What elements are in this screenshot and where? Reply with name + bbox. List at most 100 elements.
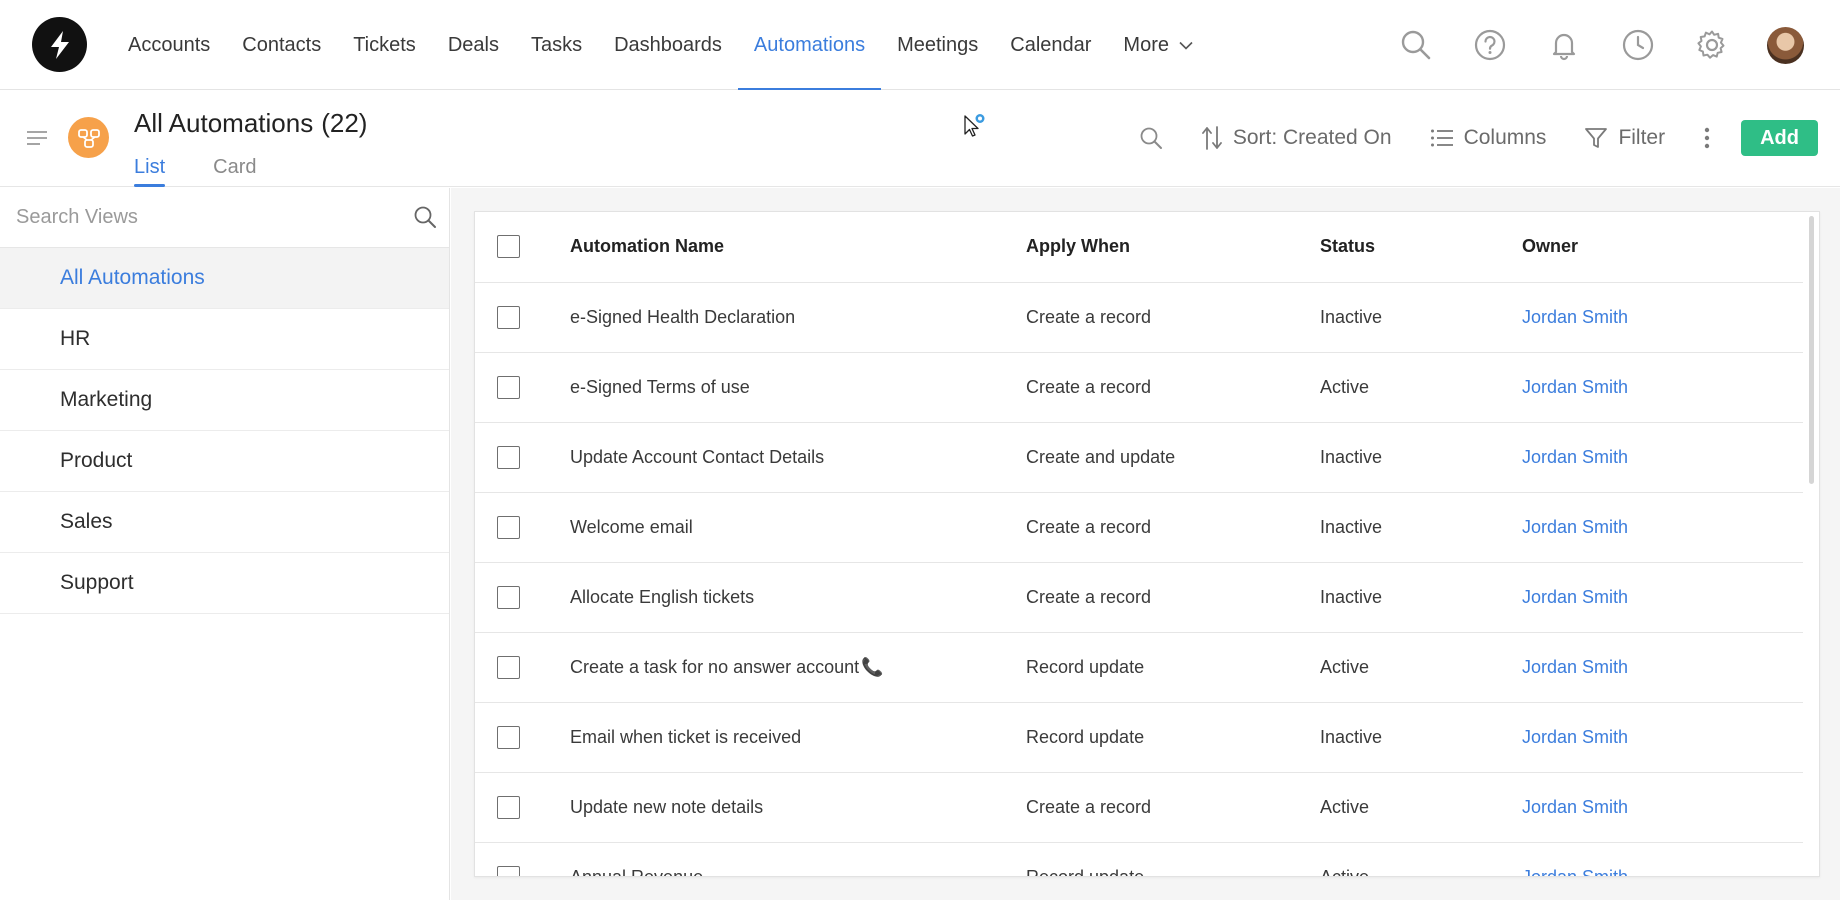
tab-card[interactable]: Card	[213, 156, 256, 185]
table-row[interactable]: Update Account Contact Details Create and…	[475, 422, 1805, 493]
nav-item-tasks[interactable]: Tasks	[515, 0, 598, 90]
chevron-down-icon	[1179, 41, 1193, 50]
row-checkbox[interactable]	[497, 375, 520, 399]
row-checkbox[interactable]	[497, 795, 520, 819]
table-row[interactable]: Annual Revenue Record update Active Jordan …	[475, 842, 1805, 877]
table-row[interactable]: e-Signed Terms of use Create a record Acti…	[475, 352, 1805, 423]
cell-owner: Jordan Smith	[1522, 772, 1805, 843]
sidebar-view-product[interactable]: Product	[0, 431, 449, 492]
select-all-checkbox[interactable]	[497, 235, 520, 259]
nav-item-automations[interactable]: Automations	[737, 0, 882, 91]
automation-name[interactable]: Annual Revenue	[570, 867, 703, 877]
tab-list[interactable]: List	[134, 156, 166, 187]
columns-label: Columns	[1463, 126, 1547, 149]
cell-automation-name: Create a task for no answer account 📞	[570, 632, 1026, 703]
search-icon[interactable]	[413, 205, 437, 234]
column-header-apply-when[interactable]: Apply When	[1026, 212, 1320, 283]
nav-item-calendar[interactable]: Calendar	[994, 0, 1107, 90]
scrollbar-thumb[interactable]	[1809, 216, 1814, 484]
nav-item-deals[interactable]: Deals	[432, 0, 515, 90]
cell-owner: Jordan Smith	[1522, 842, 1805, 877]
view-tabs: List Card	[134, 156, 304, 187]
sidebar-view-marketing[interactable]: Marketing	[0, 370, 449, 431]
automation-name[interactable]: e-Signed Health Declaration	[570, 307, 795, 327]
page-title: All Automations (22)	[134, 108, 367, 139]
sidebar-view-support[interactable]: Support	[0, 553, 449, 614]
cell-status: Active	[1320, 842, 1522, 876]
filter-icon	[1585, 128, 1608, 148]
automation-name[interactable]: Update new note details	[570, 797, 763, 817]
row-checkbox[interactable]	[497, 655, 520, 679]
owner-link[interactable]: Jordan Smith	[1522, 377, 1628, 397]
row-checkbox[interactable]	[497, 585, 520, 609]
clock-icon[interactable]	[1601, 0, 1675, 90]
nav-more-label: More	[1123, 33, 1169, 56]
nav-item-tickets[interactable]: Tickets	[337, 0, 432, 90]
user-avatar[interactable]	[1767, 26, 1804, 64]
table-body: e-Signed Health Declaration Create a reco…	[475, 282, 1805, 877]
menu-toggle-icon[interactable]	[26, 130, 48, 151]
column-header-owner[interactable]: Owner	[1522, 212, 1805, 283]
automation-name[interactable]: Allocate English tickets	[570, 587, 754, 607]
page-title-text: All Automations	[134, 108, 314, 138]
cell-automation-name: Email when ticket is received	[570, 702, 1026, 773]
add-button[interactable]: Add	[1741, 120, 1818, 156]
sort-button[interactable]: Sort: Created On	[1201, 125, 1392, 151]
row-checkbox[interactable]	[497, 305, 520, 329]
row-checkbox[interactable]	[497, 725, 520, 749]
nav-item-accounts[interactable]: Accounts	[112, 0, 226, 90]
columns-button[interactable]: Columns	[1430, 126, 1547, 150]
column-header-status[interactable]: Status	[1320, 212, 1522, 283]
sidebar-view-all-automations[interactable]: All Automations	[0, 248, 449, 309]
gear-icon[interactable]	[1675, 0, 1749, 90]
filter-button[interactable]: Filter	[1584, 126, 1665, 150]
cell-automation-name: Allocate English tickets	[570, 562, 1026, 633]
phone-icon: 📞	[861, 656, 884, 677]
automation-name[interactable]: Email when ticket is received	[570, 727, 801, 747]
table-row[interactable]: Create a task for no answer account 📞 Reco…	[475, 632, 1805, 703]
automation-name[interactable]: Welcome email	[570, 517, 693, 537]
column-header-automation-name[interactable]: Automation Name	[570, 212, 1026, 283]
cell-status: Active	[1320, 632, 1522, 703]
cell-apply-when: Record update	[1026, 702, 1320, 773]
bell-icon[interactable]	[1527, 0, 1601, 90]
automation-name[interactable]: Update Account Contact Details	[570, 447, 824, 467]
automation-name[interactable]: Create a task for no answer account	[570, 657, 859, 677]
table-row[interactable]: Welcome email Create a record Inactive Jord…	[475, 492, 1805, 563]
cell-automation-name: e-Signed Terms of use	[570, 352, 1026, 423]
cell-status: Inactive	[1320, 422, 1522, 493]
nav-item-more[interactable]: More	[1107, 0, 1209, 90]
owner-link[interactable]: Jordan Smith	[1522, 307, 1628, 327]
cell-apply-when: Record update	[1026, 842, 1320, 876]
owner-link[interactable]: Jordan Smith	[1522, 447, 1628, 467]
nav-item-dashboards[interactable]: Dashboards	[598, 0, 738, 90]
row-checkbox[interactable]	[497, 515, 520, 539]
owner-link[interactable]: Jordan Smith	[1522, 797, 1628, 817]
nav-item-contacts[interactable]: Contacts	[226, 0, 337, 90]
search-views-input[interactable]	[0, 188, 390, 246]
help-icon[interactable]	[1453, 0, 1527, 90]
owner-link[interactable]: Jordan Smith	[1522, 517, 1628, 537]
vertical-scrollbar[interactable]	[1803, 212, 1819, 876]
sidebar-view-hr[interactable]: HR	[0, 309, 449, 370]
table-row[interactable]: Allocate English tickets Create a record I…	[475, 562, 1805, 633]
row-checkbox[interactable]	[497, 445, 520, 469]
owner-link[interactable]: Jordan Smith	[1522, 587, 1628, 607]
owner-link[interactable]: Jordan Smith	[1522, 867, 1628, 877]
table-row[interactable]: Email when ticket is received Record upda…	[475, 702, 1805, 773]
row-checkbox[interactable]	[497, 865, 520, 876]
sidebar-view-sales[interactable]: Sales	[0, 492, 449, 553]
nav-item-meetings[interactable]: Meetings	[881, 0, 994, 90]
automation-name[interactable]: e-Signed Terms of use	[570, 377, 750, 397]
automations-table-card: Automation Name Apply When Status Owner …	[474, 211, 1820, 877]
owner-link[interactable]: Jordan Smith	[1522, 657, 1628, 677]
owner-link[interactable]: Jordan Smith	[1522, 727, 1628, 747]
more-options-button[interactable]	[1703, 126, 1711, 150]
list-search-button[interactable]	[1139, 126, 1163, 150]
table-row[interactable]: Update new note details Create a record Ac…	[475, 772, 1805, 843]
search-icon[interactable]	[1379, 0, 1453, 90]
views-sidebar: All AutomationsHRMarketingProductSalesSu…	[0, 188, 450, 900]
table-row[interactable]: e-Signed Health Declaration Create a reco…	[475, 282, 1805, 353]
app-logo[interactable]	[32, 17, 87, 72]
search-icon	[1140, 127, 1162, 149]
